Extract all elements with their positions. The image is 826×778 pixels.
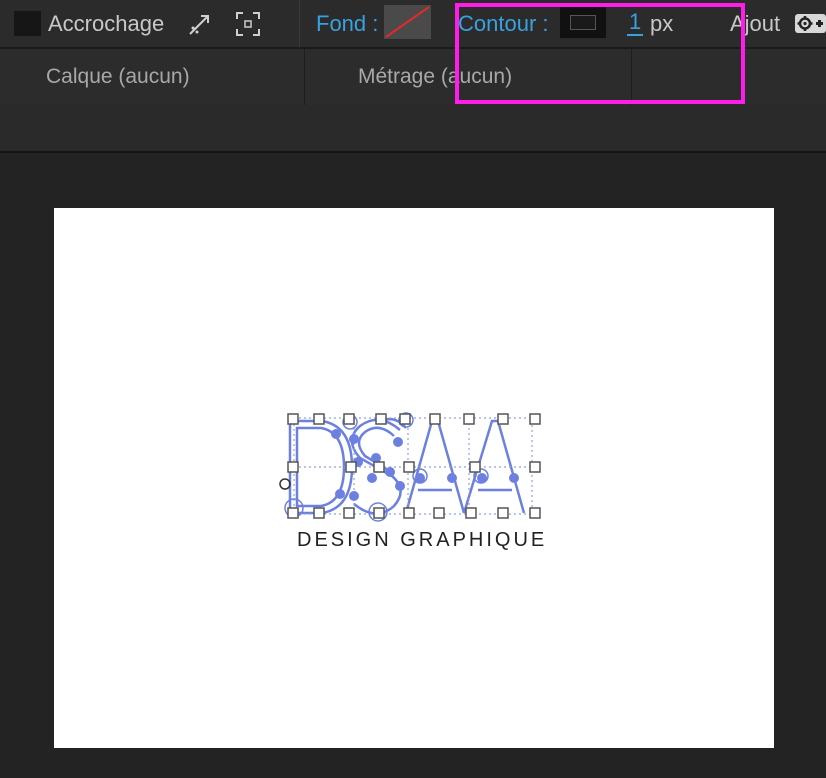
composition-canvas[interactable]: DESIGN GRAPHIQUE bbox=[54, 208, 774, 748]
toolbar-divider bbox=[299, 0, 300, 47]
viewer-panel-tabs: Calque (aucun) Métrage (aucun) bbox=[0, 49, 826, 105]
panel-divider bbox=[304, 49, 305, 105]
tab-layer[interactable]: Calque (aucun) bbox=[46, 49, 190, 105]
logo-shape-paths[interactable] bbox=[54, 208, 774, 748]
tab-footage[interactable]: Métrage (aucun) bbox=[358, 49, 512, 105]
logo-subtitle: DESIGN GRAPHIQUE bbox=[297, 529, 548, 551]
no-fill-icon bbox=[385, 6, 430, 38]
tool-swatch[interactable] bbox=[14, 11, 41, 36]
snap-grid-icon[interactable] bbox=[234, 10, 262, 38]
panel-divider bbox=[631, 49, 632, 105]
add-label[interactable]: Ajout bbox=[730, 11, 780, 37]
tools-toolbar: Accrochage Fond : Contour : 1 px Ajout bbox=[0, 0, 826, 49]
viewer-header bbox=[0, 105, 826, 153]
snap-edges-icon[interactable] bbox=[186, 10, 214, 38]
add-gear-icon[interactable] bbox=[795, 14, 826, 33]
stroke-color-preview bbox=[570, 15, 596, 30]
stroke-unit-label: px bbox=[650, 11, 674, 36]
fill-label[interactable]: Fond : bbox=[316, 11, 378, 37]
stroke-width-input[interactable]: 1 bbox=[627, 10, 644, 36]
fill-swatch[interactable] bbox=[384, 5, 431, 39]
snap-label[interactable]: Accrochage bbox=[48, 11, 164, 37]
stroke-label[interactable]: Contour : bbox=[458, 11, 549, 37]
stroke-swatch[interactable] bbox=[560, 7, 606, 38]
